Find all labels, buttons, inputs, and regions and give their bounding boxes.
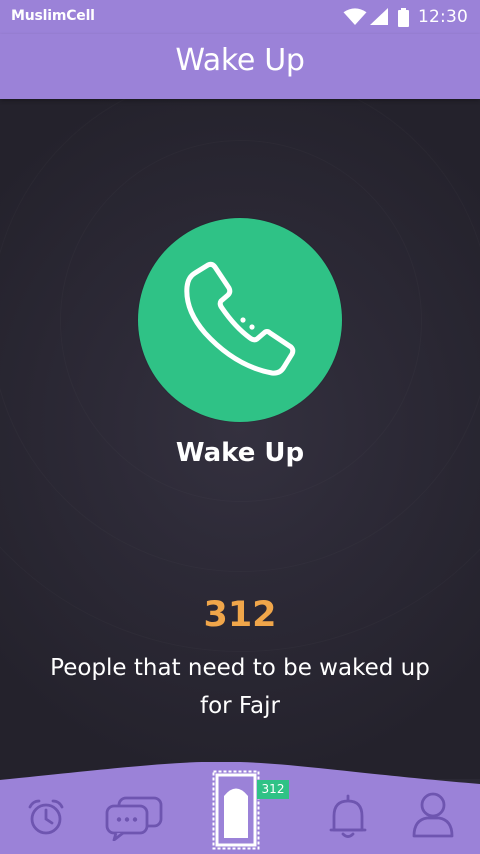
nav-item-chat[interactable] [103,795,167,841]
status-bar: MuslimCell 12:30 [0,0,480,34]
signal-icon [370,8,389,26]
chat-icon [103,795,167,841]
page-title: Wake Up [175,43,305,78]
wake-up-call-button[interactable] [138,218,342,422]
carrier-name: MuslimCell [11,8,95,24]
nav-item-notifications[interactable] [328,793,368,839]
main-content: Wake Up 312 People that need to be waked… [0,99,480,779]
nav-item-profile[interactable] [410,790,456,840]
status-time: 12:30 [418,7,468,27]
nav-item-alarm[interactable] [24,796,68,840]
battery-icon [398,7,409,27]
bottom-navigation: 312 [0,762,480,854]
app-header: Wake Up [0,34,480,99]
people-description: People that need to be waked up for Fajr [50,655,430,719]
prayer-mat-icon [212,770,260,850]
people-count: 312 [203,595,277,635]
alarm-clock-icon [24,796,68,840]
nav-item-prayer[interactable] [212,770,260,850]
status-icons: 12:30 [343,7,468,27]
wake-up-label: Wake Up [175,438,305,468]
wifi-icon [343,8,367,26]
bell-icon [328,793,368,839]
user-icon [410,790,456,840]
prayer-count-badge: 312 [257,780,289,799]
